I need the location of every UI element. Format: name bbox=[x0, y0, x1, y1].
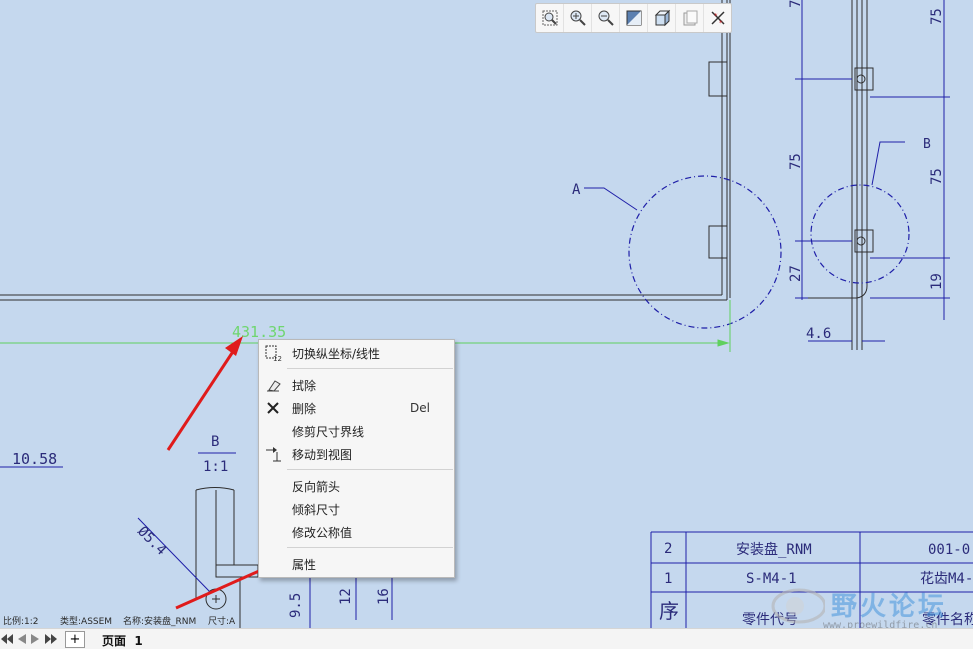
next-page-button[interactable] bbox=[28, 632, 42, 646]
menu-item-move-to-view[interactable]: 移动到视图 bbox=[259, 443, 454, 465]
dim-12[interactable]: 12 bbox=[338, 588, 354, 605]
zoom-window-button[interactable] bbox=[536, 4, 564, 32]
dim-19[interactable]: 19 bbox=[929, 273, 945, 290]
repaint-icon bbox=[683, 10, 697, 26]
page-tab-number: 1 bbox=[134, 634, 143, 648]
dim-4-6[interactable]: 4.6 bbox=[806, 326, 831, 342]
menu-item-label: 拭除 bbox=[292, 378, 317, 393]
page-tab[interactable]: 页面 1 bbox=[102, 632, 143, 649]
bom-row-2-name: 001-0 bbox=[928, 542, 970, 558]
status-type: 类型:ASSEM bbox=[60, 617, 113, 627]
menu-item-erase[interactable]: 拭除 bbox=[259, 374, 454, 396]
menu-separator bbox=[287, 469, 453, 470]
zoom-window-icon bbox=[542, 10, 557, 26]
page-tab-label: 页面 bbox=[102, 634, 127, 648]
add-page-button[interactable]: + bbox=[65, 631, 85, 648]
assembly-geometry[interactable] bbox=[0, 0, 731, 301]
menu-item-shortcut: Del bbox=[410, 401, 430, 415]
menu-item-flip-arrows[interactable]: 反向箭头 bbox=[259, 475, 454, 497]
vertical-dimensions[interactable] bbox=[795, 0, 950, 342]
menu-item-slant-dimension[interactable]: 倾斜尺寸 bbox=[259, 498, 454, 520]
menu-item-trim-witness[interactable]: 修剪尺寸界线 bbox=[259, 420, 454, 442]
menu-item-delete[interactable]: 删除 Del bbox=[259, 397, 454, 419]
bom-row-2-no: 2 bbox=[664, 541, 672, 557]
status-name: 名称:安装盘_RNM bbox=[123, 617, 197, 627]
detail-circle-a[interactable] bbox=[628, 175, 782, 329]
prev-page-icon bbox=[18, 634, 26, 644]
saved-orientations-button[interactable] bbox=[648, 4, 676, 32]
delete-x-icon bbox=[263, 398, 283, 418]
view-b-geometry[interactable] bbox=[195, 487, 259, 629]
view-toolbar: * * bbox=[535, 3, 732, 33]
dim-75-right-top[interactable]: 75 bbox=[929, 8, 945, 25]
menu-item-label: 删除 bbox=[292, 401, 317, 416]
toggle-ordinate-icon: 12 bbox=[263, 343, 283, 363]
side-view-geometry[interactable] bbox=[808, 0, 874, 350]
last-page-button[interactable] bbox=[44, 632, 58, 646]
status-scale: 比例:1:2 bbox=[3, 617, 39, 627]
dim-27[interactable]: 27 bbox=[788, 265, 804, 282]
zoom-in-button[interactable] bbox=[564, 4, 592, 32]
next-page-icon bbox=[31, 634, 39, 644]
dim-75-top[interactable]: 75 bbox=[788, 0, 804, 8]
saved-orientations-icon bbox=[654, 9, 670, 27]
forum-watermark: 野火论坛 www.proewildfire.cn bbox=[763, 582, 973, 631]
dim-75-mid[interactable]: 75 bbox=[788, 153, 804, 170]
menu-item-label: 属性 bbox=[292, 557, 317, 572]
drawing-canvas[interactable]: A B 75 75 27 75 75 19 4.6 431.35 bbox=[0, 0, 973, 628]
callout-b-leader bbox=[871, 141, 905, 186]
view-b-label[interactable]: B bbox=[211, 434, 219, 450]
drawing-status-info: 比例:1:2 类型:ASSEM 名称:安装盘_RNM 尺寸:A bbox=[0, 612, 360, 628]
zoom-out-button[interactable] bbox=[592, 4, 620, 32]
annotation-arrow-1 bbox=[166, 336, 243, 451]
dim-75-right-mid[interactable]: 75 bbox=[929, 168, 945, 185]
menu-item-properties[interactable]: 属性 bbox=[259, 553, 454, 575]
datum-display-button[interactable]: * * bbox=[704, 4, 731, 32]
menu-separator bbox=[287, 547, 453, 548]
menu-item-toggle-ordinate[interactable]: 12 切换纵坐标/线性 bbox=[259, 342, 454, 364]
detail-circle-b[interactable] bbox=[810, 184, 910, 284]
svg-text:*: * bbox=[714, 12, 718, 20]
status-size: 尺寸:A bbox=[208, 617, 236, 627]
dim-10-58[interactable]: 10.58 bbox=[12, 450, 57, 468]
watermark-logo-icon bbox=[771, 588, 825, 624]
menu-item-label: 修剪尺寸界线 bbox=[292, 424, 365, 439]
datum-display-icon: ** bbox=[710, 11, 725, 27]
svg-text:*: * bbox=[719, 19, 723, 27]
watermark-title: 野火论坛 bbox=[831, 592, 948, 622]
zoom-in-icon bbox=[570, 10, 586, 26]
menu-item-label: 移动到视图 bbox=[292, 447, 353, 462]
svg-text:12: 12 bbox=[273, 355, 282, 362]
menu-item-label: 反向箭头 bbox=[292, 479, 341, 494]
context-menu: 12 切换纵坐标/线性 拭除 删除 Del 修剪尺寸界线 移动到视图 反向箭头 … bbox=[258, 339, 455, 578]
last-page-icon bbox=[45, 634, 57, 644]
first-page-button[interactable] bbox=[0, 632, 14, 646]
view-b-scale[interactable]: 1:1 bbox=[203, 459, 228, 475]
dim-16[interactable]: 16 bbox=[376, 588, 392, 605]
zoom-out-icon bbox=[598, 10, 614, 26]
menu-item-modify-nominal[interactable]: 修改公称值 bbox=[259, 521, 454, 543]
callout-b-label[interactable]: B bbox=[923, 137, 931, 152]
repaint-button[interactable] bbox=[676, 4, 704, 32]
prev-page-button[interactable] bbox=[15, 632, 29, 646]
bom-row-1-no: 1 bbox=[664, 571, 672, 587]
callout-a-leader bbox=[584, 187, 638, 211]
menu-item-label: 修改公称值 bbox=[292, 525, 353, 540]
menu-item-label: 切换纵坐标/线性 bbox=[292, 346, 381, 361]
page-tab-bar: + 页面 1 bbox=[0, 628, 973, 649]
move-to-view-icon bbox=[263, 444, 283, 464]
callout-a-label[interactable]: A bbox=[572, 182, 581, 198]
bom-header-no: 序 bbox=[659, 599, 679, 623]
first-page-icon bbox=[1, 634, 13, 644]
menu-separator bbox=[287, 368, 453, 369]
dia-5-4[interactable]: Ø5.4 bbox=[134, 524, 169, 559]
menu-item-label: 倾斜尺寸 bbox=[292, 502, 341, 517]
display-style-button[interactable] bbox=[620, 4, 648, 32]
bom-row-2-code: 安装盘_RNM bbox=[736, 541, 812, 558]
display-style-icon bbox=[626, 10, 641, 26]
eraser-icon bbox=[263, 375, 283, 395]
